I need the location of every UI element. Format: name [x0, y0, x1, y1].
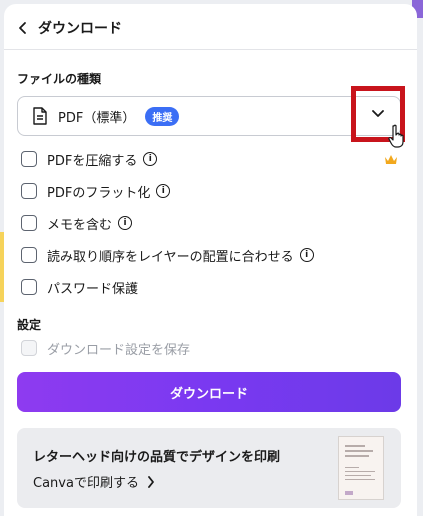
option-save-settings: ダウンロード設定を保存 — [21, 338, 190, 358]
chevron-left-icon — [19, 22, 26, 34]
reading-order-checkbox[interactable] — [21, 247, 37, 263]
chevron-down-icon — [372, 110, 384, 117]
print-promo-card[interactable]: レターヘッド向けの品質でデザインを印刷 Canvaで印刷する — [17, 428, 401, 508]
save-settings-checkbox — [21, 340, 37, 356]
flatten-pdf-label: PDFのフラット化 — [47, 185, 151, 201]
promo-link-label: Canvaで印刷する — [33, 476, 139, 491]
download-button[interactable]: ダウンロード — [17, 372, 401, 412]
password-protect-label: パスワード保護 — [47, 281, 139, 297]
password-protect-checkbox[interactable] — [21, 279, 37, 295]
compress-pdf-label: PDFを圧縮する — [47, 153, 138, 169]
reading-order-label: 読み取り順序をレイヤーの配置に合わせる — [47, 249, 294, 265]
settings-label: 設定 — [17, 318, 42, 332]
file-type-select[interactable]: PDF（標準） 推奨 — [17, 96, 401, 136]
letterhead-thumbnail — [338, 436, 384, 500]
page-title: ダウンロード — [38, 21, 122, 37]
print-with-canva-link[interactable]: Canvaで印刷する — [33, 472, 155, 491]
file-type-value: PDF（標準） — [58, 110, 136, 126]
include-notes-label: メモを含む — [47, 217, 113, 233]
include-notes-checkbox[interactable] — [21, 215, 37, 231]
option-flatten-pdf: PDFのフラット化 i — [21, 181, 171, 201]
option-reading-order: 読み取り順序をレイヤーの配置に合わせる i — [21, 245, 314, 265]
info-icon[interactable]: i — [156, 184, 171, 198]
crown-icon — [385, 155, 397, 164]
option-include-notes: メモを含む i — [21, 213, 133, 233]
file-type-label: ファイルの種類 — [17, 72, 102, 86]
option-password-protect: パスワード保護 — [21, 277, 138, 297]
hand-cursor-icon — [388, 124, 404, 148]
option-compress-pdf: PDFを圧縮する i — [21, 149, 158, 169]
info-icon[interactable]: i — [118, 216, 133, 230]
panel-header: ダウンロード — [4, 4, 417, 50]
save-settings-label: ダウンロード設定を保存 — [47, 342, 191, 358]
document-icon — [33, 107, 47, 125]
back-button[interactable]: ダウンロード — [16, 16, 122, 40]
info-icon[interactable]: i — [299, 248, 314, 262]
info-icon[interactable]: i — [143, 152, 158, 166]
compress-pdf-checkbox[interactable] — [21, 151, 37, 167]
download-panel: ダウンロード ファイルの種類 PDF（標準） 推奨 PDFを圧縮する i PDF… — [4, 4, 417, 516]
flatten-pdf-checkbox[interactable] — [21, 183, 37, 199]
chevron-right-icon — [148, 475, 154, 488]
promo-title: レターヘッド向けの品質でデザインを印刷 — [33, 450, 281, 465]
recommended-badge: 推奨 — [145, 106, 180, 126]
